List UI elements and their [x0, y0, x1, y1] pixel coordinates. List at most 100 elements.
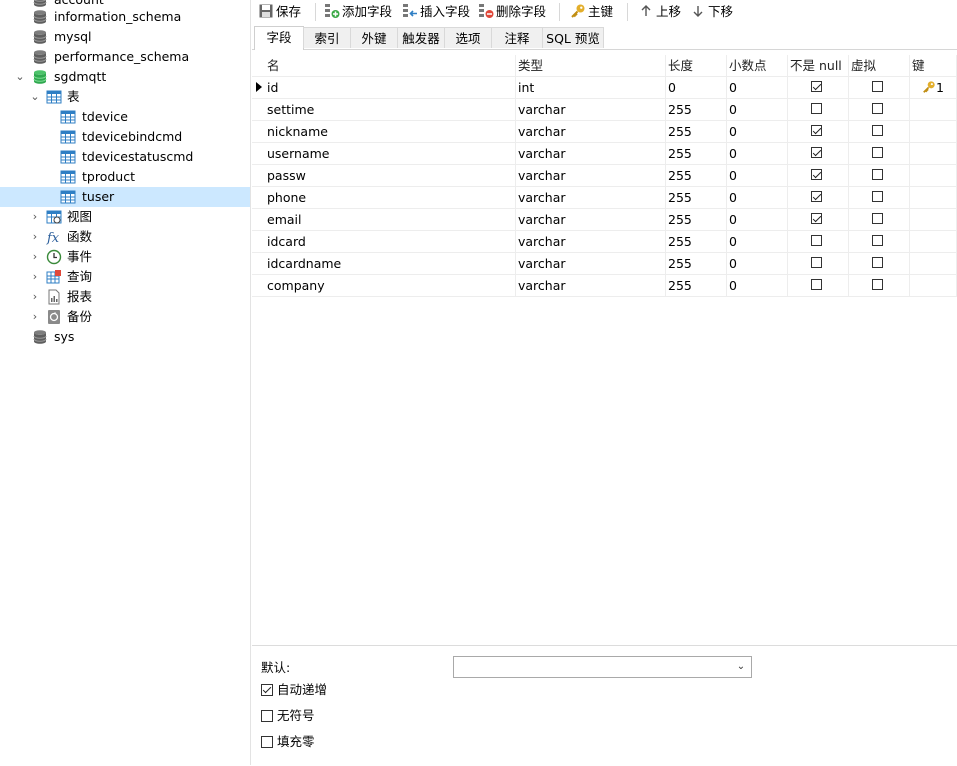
- tree-item-tdevice[interactable]: tdevice: [0, 107, 250, 127]
- cell-length[interactable]: 255: [665, 253, 727, 274]
- cell-not-null[interactable]: [787, 187, 849, 208]
- cell-not-null[interactable]: [787, 275, 849, 296]
- cell-name[interactable]: nickname: [264, 121, 516, 142]
- tab-comments[interactable]: 注释: [491, 27, 543, 48]
- chevron-down-icon[interactable]: ⌄: [14, 67, 26, 87]
- cell-name[interactable]: id: [264, 77, 516, 98]
- cell-length[interactable]: 255: [665, 143, 727, 164]
- cell-decimals[interactable]: 0: [726, 143, 788, 164]
- cell-length[interactable]: 0: [665, 77, 727, 98]
- primary-key-button[interactable]: 主键: [570, 2, 613, 22]
- add-field-button[interactable]: 添加字段: [324, 2, 392, 22]
- tab-fields[interactable]: 字段: [254, 26, 304, 50]
- tree-item-information-schema[interactable]: information_schema: [0, 7, 250, 27]
- delete-field-button[interactable]: 删除字段: [478, 2, 546, 22]
- move-down-button[interactable]: 下移: [690, 2, 733, 22]
- chevron-right-icon[interactable]: ›: [29, 227, 41, 247]
- cell-type[interactable]: varchar: [515, 275, 666, 296]
- cell-key[interactable]: [909, 165, 957, 186]
- cell-not-null[interactable]: [787, 209, 849, 230]
- cell-length[interactable]: 255: [665, 165, 727, 186]
- cell-not-null[interactable]: [787, 77, 849, 98]
- table-row[interactable]: idcardname varchar 255 0: [252, 253, 957, 275]
- cell-virtual[interactable]: [848, 231, 910, 252]
- chevron-right-icon[interactable]: ›: [29, 307, 41, 327]
- cell-key[interactable]: [909, 231, 957, 252]
- cell-type[interactable]: int: [515, 77, 666, 98]
- cell-name[interactable]: username: [264, 143, 516, 164]
- virtual-checkbox[interactable]: [872, 147, 883, 158]
- column-header-length[interactable]: 长度: [665, 55, 727, 76]
- table-row[interactable]: settime varchar 255 0: [252, 99, 957, 121]
- virtual-checkbox[interactable]: [872, 213, 883, 224]
- insert-field-button[interactable]: 插入字段: [402, 2, 470, 22]
- virtual-checkbox[interactable]: [872, 103, 883, 114]
- cell-not-null[interactable]: [787, 121, 849, 142]
- not-null-checkbox[interactable]: [811, 191, 822, 202]
- column-header-not-null[interactable]: 不是 null: [787, 55, 849, 76]
- move-up-button[interactable]: 上移: [638, 2, 681, 22]
- cell-virtual[interactable]: [848, 143, 910, 164]
- auto-increment-checkbox[interactable]: [261, 684, 273, 696]
- cell-type[interactable]: varchar: [515, 121, 666, 142]
- tab-foreign-keys[interactable]: 外键: [350, 27, 398, 48]
- tab-options[interactable]: 选项: [444, 27, 492, 48]
- cell-key[interactable]: [909, 121, 957, 142]
- tab-indexes[interactable]: 索引: [303, 27, 351, 48]
- column-header-virtual[interactable]: 虚拟: [848, 55, 910, 76]
- not-null-checkbox[interactable]: [811, 213, 822, 224]
- tree-item-backups[interactable]: › 备份: [0, 307, 250, 327]
- cell-key[interactable]: [909, 209, 957, 230]
- not-null-checkbox[interactable]: [811, 103, 822, 114]
- tree-item-views[interactable]: › 视图: [0, 207, 250, 227]
- not-null-checkbox[interactable]: [811, 235, 822, 246]
- cell-key[interactable]: [909, 187, 957, 208]
- cell-decimals[interactable]: 0: [726, 187, 788, 208]
- chevron-right-icon[interactable]: ›: [29, 207, 41, 227]
- virtual-checkbox[interactable]: [872, 81, 883, 92]
- not-null-checkbox[interactable]: [811, 81, 822, 92]
- virtual-checkbox[interactable]: [872, 191, 883, 202]
- not-null-checkbox[interactable]: [811, 169, 822, 180]
- cell-virtual[interactable]: [848, 275, 910, 296]
- chevron-right-icon[interactable]: ›: [29, 267, 41, 287]
- tree-item-sys[interactable]: sys: [0, 327, 250, 347]
- tree-item-tables[interactable]: ⌄ 表: [0, 87, 250, 107]
- cell-virtual[interactable]: [848, 209, 910, 230]
- cell-key[interactable]: 1: [909, 77, 957, 98]
- cell-type[interactable]: varchar: [515, 165, 666, 186]
- cell-name[interactable]: email: [264, 209, 516, 230]
- cell-key[interactable]: [909, 143, 957, 164]
- table-row[interactable]: nickname varchar 255 0: [252, 121, 957, 143]
- cell-virtual[interactable]: [848, 187, 910, 208]
- tree-item-tdevicestatuscmd[interactable]: tdevicestatuscmd: [0, 147, 250, 167]
- cell-virtual[interactable]: [848, 253, 910, 274]
- cell-virtual[interactable]: [848, 77, 910, 98]
- default-value-combo[interactable]: ⌄: [453, 656, 752, 678]
- tree-item-functions[interactable]: › fx 函数: [0, 227, 250, 247]
- table-row[interactable]: phone varchar 255 0: [252, 187, 957, 209]
- cell-not-null[interactable]: [787, 143, 849, 164]
- table-row[interactable]: passw varchar 255 0: [252, 165, 957, 187]
- cell-type[interactable]: varchar: [515, 253, 666, 274]
- cell-decimals[interactable]: 0: [726, 253, 788, 274]
- cell-name[interactable]: passw: [264, 165, 516, 186]
- cell-virtual[interactable]: [848, 99, 910, 120]
- cell-not-null[interactable]: [787, 165, 849, 186]
- cell-decimals[interactable]: 0: [726, 99, 788, 120]
- tree-item-performance-schema[interactable]: performance_schema: [0, 47, 250, 67]
- cell-decimals[interactable]: 0: [726, 231, 788, 252]
- cell-type[interactable]: varchar: [515, 143, 666, 164]
- tree-item-tuser[interactable]: tuser: [0, 187, 250, 207]
- virtual-checkbox[interactable]: [872, 235, 883, 246]
- tree-item-events[interactable]: › 事件: [0, 247, 250, 267]
- cell-key[interactable]: [909, 99, 957, 120]
- column-header-key[interactable]: 键: [909, 55, 957, 76]
- chevron-down-icon[interactable]: ⌄: [29, 87, 41, 107]
- virtual-checkbox[interactable]: [872, 279, 883, 290]
- cell-name[interactable]: phone: [264, 187, 516, 208]
- not-null-checkbox[interactable]: [811, 279, 822, 290]
- virtual-checkbox[interactable]: [872, 169, 883, 180]
- tree-item-tproduct[interactable]: tproduct: [0, 167, 250, 187]
- table-row[interactable]: id int 0 0 1: [252, 77, 957, 99]
